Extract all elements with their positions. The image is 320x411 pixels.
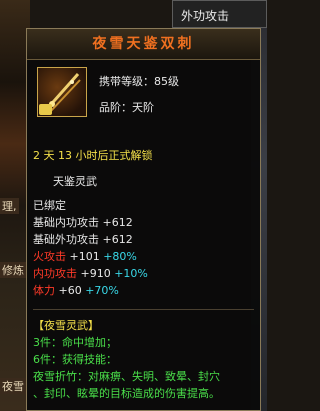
bonus-value: +101 <box>69 250 100 263</box>
skill-description-2: 、封印、眩晕的目标造成的伤害提高。 <box>33 387 220 400</box>
stat-label: 基础内功攻击 <box>33 216 99 229</box>
item-tooltip: 夜雪天鉴双刺 携带等级：85级 品阶：天阶 2 天 13 小时后正式解锁 天鉴灵… <box>26 28 261 411</box>
stat-label: 基础外功攻击 <box>33 233 99 246</box>
bonus-stat-row: 火攻击 +101 +80% <box>33 248 137 264</box>
side-label: 修炼 <box>0 262 26 278</box>
item-grade: 品阶：天阶 <box>99 101 154 114</box>
side-label: 理, <box>0 198 19 214</box>
item-name: 夜雪天鉴双刺 <box>92 36 195 52</box>
spirit-weapon-label: 天鉴灵武 <box>53 175 97 188</box>
skill-description-1: 夜雪折竹：对麻痹、失明、致晕、封穴 <box>33 370 220 383</box>
lock-icon <box>39 104 52 115</box>
side-label: 夜雪 <box>0 378 26 394</box>
tooltip-title-bar: 夜雪天鉴双刺 <box>27 29 260 60</box>
set-bonus-6: 6件：获得技能： <box>33 353 117 366</box>
bonus-value: +910 <box>80 267 111 280</box>
stat-value: +612 <box>102 216 133 229</box>
base-stat-row: 基础外功攻击 +612 <box>33 231 133 247</box>
bonus-label: 内功攻击 <box>33 267 77 280</box>
carry-level: 携带等级：85级 <box>99 75 179 88</box>
bonus-stat-row: 内功攻击 +910 +10% <box>33 265 148 281</box>
bonus-stat-row: 体力 +60 +70% <box>33 282 119 298</box>
bonus-value: +60 <box>58 284 82 297</box>
bonus-percent: +80% <box>103 250 137 263</box>
divider <box>33 309 254 310</box>
bonus-label: 体力 <box>33 284 55 297</box>
stat-value: +612 <box>102 233 133 246</box>
bonus-label: 火攻击 <box>33 250 66 263</box>
set-bonus-3: 3件：命中增加； <box>33 336 117 349</box>
bonus-percent: +10% <box>114 267 148 280</box>
base-stat-row: 基础内功攻击 +612 <box>33 214 133 230</box>
bound-status: 已绑定 <box>33 199 66 212</box>
item-icon <box>37 67 87 117</box>
bonus-percent: +70% <box>85 284 119 297</box>
unlock-time: 2 天 13 小时后正式解锁 <box>33 149 153 162</box>
set-name: 【夜雪灵武】 <box>33 319 99 332</box>
attribute-tab-label: 外功攻击 <box>181 9 230 23</box>
attribute-tab[interactable]: 外功攻击 <box>172 0 267 28</box>
